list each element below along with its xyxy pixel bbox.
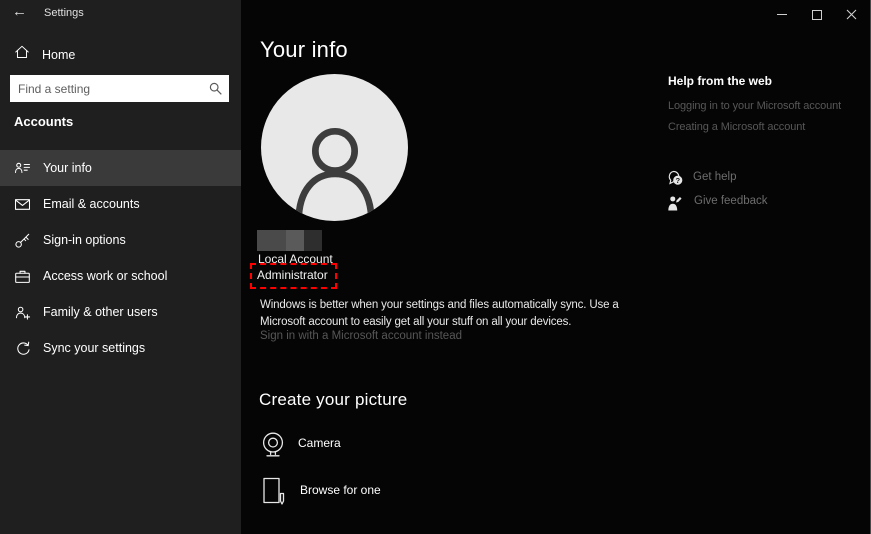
sidebar-item-email-accounts[interactable]: Email & accounts [0,186,241,222]
sidebar-item-sign-in-options[interactable]: Sign-in options [0,222,241,258]
camera-label: Camera [298,436,341,450]
sync-description-line: Microsoft account to easily get all your… [260,316,572,328]
help-link-creating-account[interactable]: Creating a Microsoft account [668,121,805,133]
sign-in-microsoft-link[interactable]: Sign in with a Microsoft account instead [260,330,462,342]
sidebar-item-access-work-school[interactable]: Access work or school [0,258,241,294]
feedback-person-icon [667,192,694,217]
sidebar-item-family-other-users[interactable]: Family & other users [0,294,241,330]
sidebar: Home Accounts Your info Email & accounts [0,0,241,534]
sidebar-item-label: Family & other users [43,305,158,319]
create-picture-heading: Create your picture [259,390,408,409]
person-add-icon [14,304,31,321]
get-help-label: Get help [693,171,737,183]
sidebar-item-sync-your-settings[interactable]: Sync your settings [0,330,241,366]
sync-description-line: Windows is better when your settings and… [260,299,619,311]
sidebar-item-label: Sync your settings [43,341,146,355]
home-icon [14,44,30,65]
sidebar-nav: Your info Email & accounts Sign-in optio… [0,150,241,366]
administrator-annotation-box: Administrator [250,263,337,289]
settings-window: ← Settings Home Accounts [0,0,871,534]
search-icon [209,82,222,95]
window-controls [764,0,869,29]
account-role-label: Administrator [257,268,328,282]
sidebar-item-label: Access work or school [43,269,168,283]
sidebar-item-your-info[interactable]: Your info [0,150,241,186]
sidebar-item-label: Your info [43,161,92,175]
svg-text:?: ? [675,176,680,185]
page-title: Your info [260,37,348,62]
user-name-redacted [257,230,322,251]
help-link-logging-in[interactable]: Logging in to your Microsoft account [668,100,841,112]
camera-button[interactable]: Camera [258,430,341,467]
window-title: Settings [44,7,84,19]
close-button[interactable] [834,0,869,29]
search-box [10,75,229,102]
briefcase-icon [14,268,31,285]
sidebar-item-label: Email & accounts [43,197,140,211]
browse-label: Browse for one [300,483,381,497]
key-icon [14,232,31,249]
help-panel-heading: Help from the web [668,74,773,88]
person-icon [294,127,375,221]
sidebar-item-home[interactable]: Home [14,44,75,65]
help-chat-icon: ? [666,168,693,193]
close-icon [846,9,857,20]
webcam-icon [258,430,298,467]
search-input[interactable] [10,75,229,102]
give-feedback-label: Give feedback [694,195,768,207]
home-label: Home [42,47,76,62]
envelope-icon [14,196,31,213]
sidebar-item-label: Sign-in options [43,233,126,247]
maximize-button[interactable] [799,0,834,29]
back-button[interactable]: ← [12,3,27,20]
minimize-button[interactable] [764,0,799,29]
contact-card-icon [14,160,31,177]
browse-file-icon [260,476,300,513]
maximize-icon [811,9,822,20]
sync-icon [14,340,31,357]
sidebar-section-heading: Accounts [14,114,74,129]
minimize-icon [776,14,787,15]
browse-for-picture-button[interactable]: Browse for one [260,476,381,513]
account-avatar [261,74,408,221]
give-feedback-button[interactable]: Give feedback [667,192,768,217]
get-help-button[interactable]: ? Get help [666,168,736,193]
